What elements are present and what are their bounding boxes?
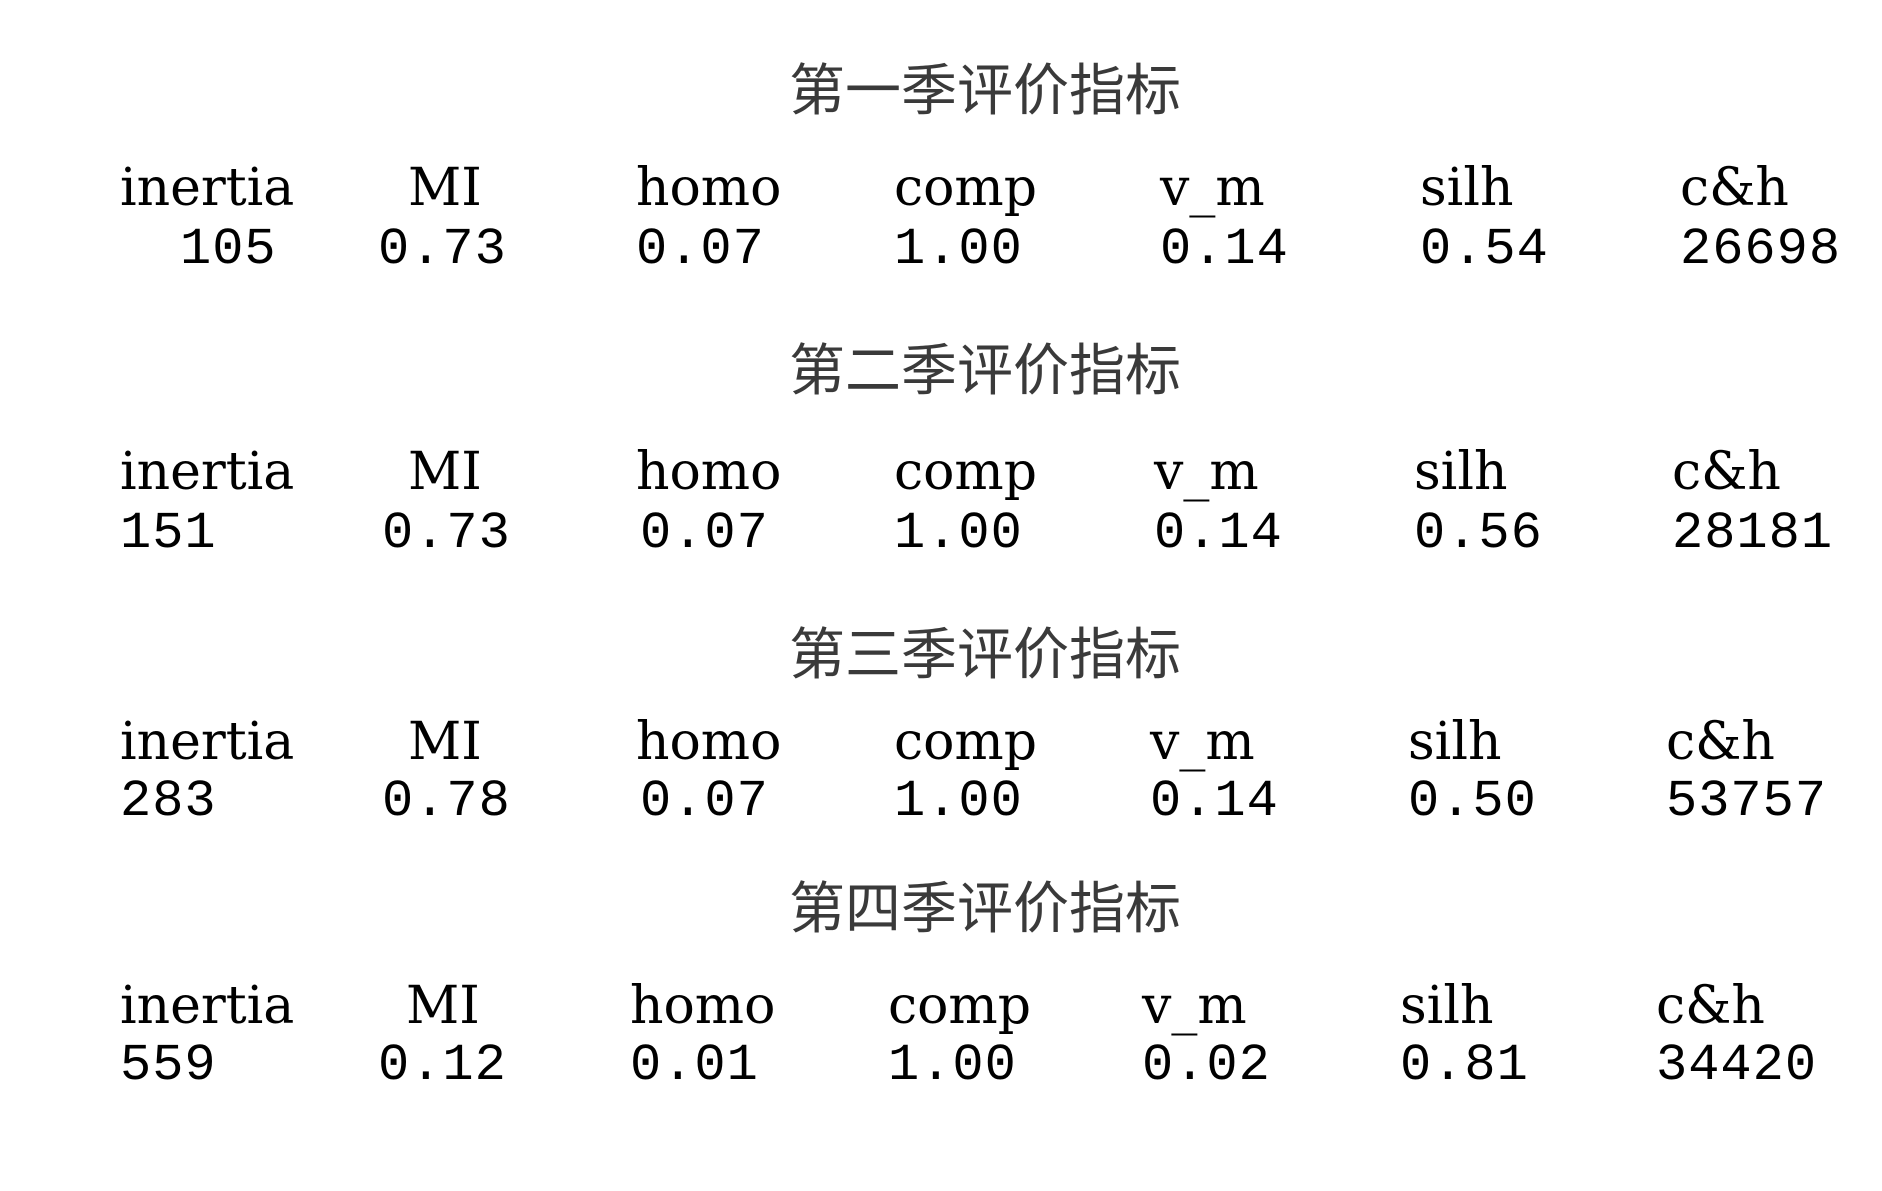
- header-cell: inertia: [120, 712, 295, 772]
- header-cell: homo: [636, 158, 782, 218]
- value-cell: 1.00: [888, 1036, 1017, 1095]
- section-title: 第四季评价指标: [789, 877, 1181, 942]
- value-row: 559 0.12 0.01 1.00 0.02 0.81 34420: [0, 1036, 1882, 1096]
- value-cell: 0.56: [1414, 504, 1543, 563]
- value-cell: 105: [180, 220, 277, 279]
- header-cell: MI: [408, 442, 482, 502]
- header-cell: MI: [406, 976, 480, 1036]
- value-cell: 26698: [1680, 220, 1842, 279]
- header-row: inertia MI homo comp v_m silh c&h: [0, 712, 1882, 772]
- section-title: 第三季评价指标: [789, 623, 1181, 688]
- header-cell: comp: [888, 976, 1032, 1036]
- value-cell: 0.01: [630, 1036, 759, 1095]
- header-cell: c&h: [1666, 712, 1775, 772]
- header-cell: comp: [894, 712, 1038, 772]
- section-title: 第二季评价指标: [789, 339, 1181, 404]
- header-cell: homo: [636, 442, 782, 502]
- value-cell: 0.14: [1160, 220, 1289, 279]
- header-cell: c&h: [1672, 442, 1781, 502]
- value-cell: 0.12: [378, 1036, 507, 1095]
- header-cell: comp: [894, 442, 1038, 502]
- value-cell: 1.00: [894, 220, 1023, 279]
- header-cell: v_m: [1142, 976, 1247, 1036]
- value-row: 283 0.78 0.07 1.00 0.14 0.50 53757: [0, 772, 1882, 832]
- header-cell: c&h: [1680, 158, 1789, 218]
- header-cell: silh: [1420, 158, 1514, 218]
- value-cell: 0.02: [1142, 1036, 1271, 1095]
- value-row: 105 0.73 0.07 1.00 0.14 0.54 26698: [0, 220, 1882, 280]
- value-cell: 0.78: [382, 772, 511, 831]
- header-cell: inertia: [120, 442, 295, 502]
- value-cell: 28181: [1672, 504, 1834, 563]
- value-cell: 0.07: [640, 504, 769, 563]
- header-cell: v_m: [1154, 442, 1259, 502]
- header-cell: v_m: [1160, 158, 1265, 218]
- value-cell: 0.54: [1420, 220, 1549, 279]
- value-cell: 0.14: [1150, 772, 1279, 831]
- header-cell: MI: [408, 158, 482, 218]
- header-cell: homo: [630, 976, 776, 1036]
- header-row: inertia MI homo comp v_m silh c&h: [0, 976, 1882, 1036]
- header-cell: comp: [894, 158, 1038, 218]
- value-cell: 0.14: [1154, 504, 1283, 563]
- value-cell: 1.00: [894, 772, 1023, 831]
- header-cell: silh: [1408, 712, 1502, 772]
- header-cell: homo: [636, 712, 782, 772]
- header-cell: silh: [1414, 442, 1508, 502]
- value-cell: 1.00: [894, 504, 1023, 563]
- header-row: inertia MI homo comp v_m silh c&h: [0, 158, 1882, 218]
- header-cell: inertia: [120, 158, 295, 218]
- value-cell: 0.07: [640, 772, 769, 831]
- header-row: inertia MI homo comp v_m silh c&h: [0, 442, 1882, 502]
- value-cell: 0.07: [636, 220, 765, 279]
- section-title: 第一季评价指标: [789, 59, 1181, 124]
- value-cell: 151: [120, 504, 217, 563]
- value-cell: 0.50: [1408, 772, 1537, 831]
- value-cell: 0.73: [382, 504, 511, 563]
- value-cell: 0.73: [378, 220, 507, 279]
- value-cell: 34420: [1656, 1036, 1818, 1095]
- value-cell: 53757: [1666, 772, 1828, 831]
- header-cell: MI: [408, 712, 482, 772]
- value-row: 151 0.73 0.07 1.00 0.14 0.56 28181: [0, 504, 1882, 564]
- header-cell: inertia: [120, 976, 295, 1036]
- header-cell: c&h: [1656, 976, 1765, 1036]
- header-cell: v_m: [1150, 712, 1255, 772]
- header-cell: silh: [1400, 976, 1494, 1036]
- value-cell: 0.81: [1400, 1036, 1529, 1095]
- value-cell: 559: [120, 1036, 217, 1095]
- value-cell: 283: [120, 772, 217, 831]
